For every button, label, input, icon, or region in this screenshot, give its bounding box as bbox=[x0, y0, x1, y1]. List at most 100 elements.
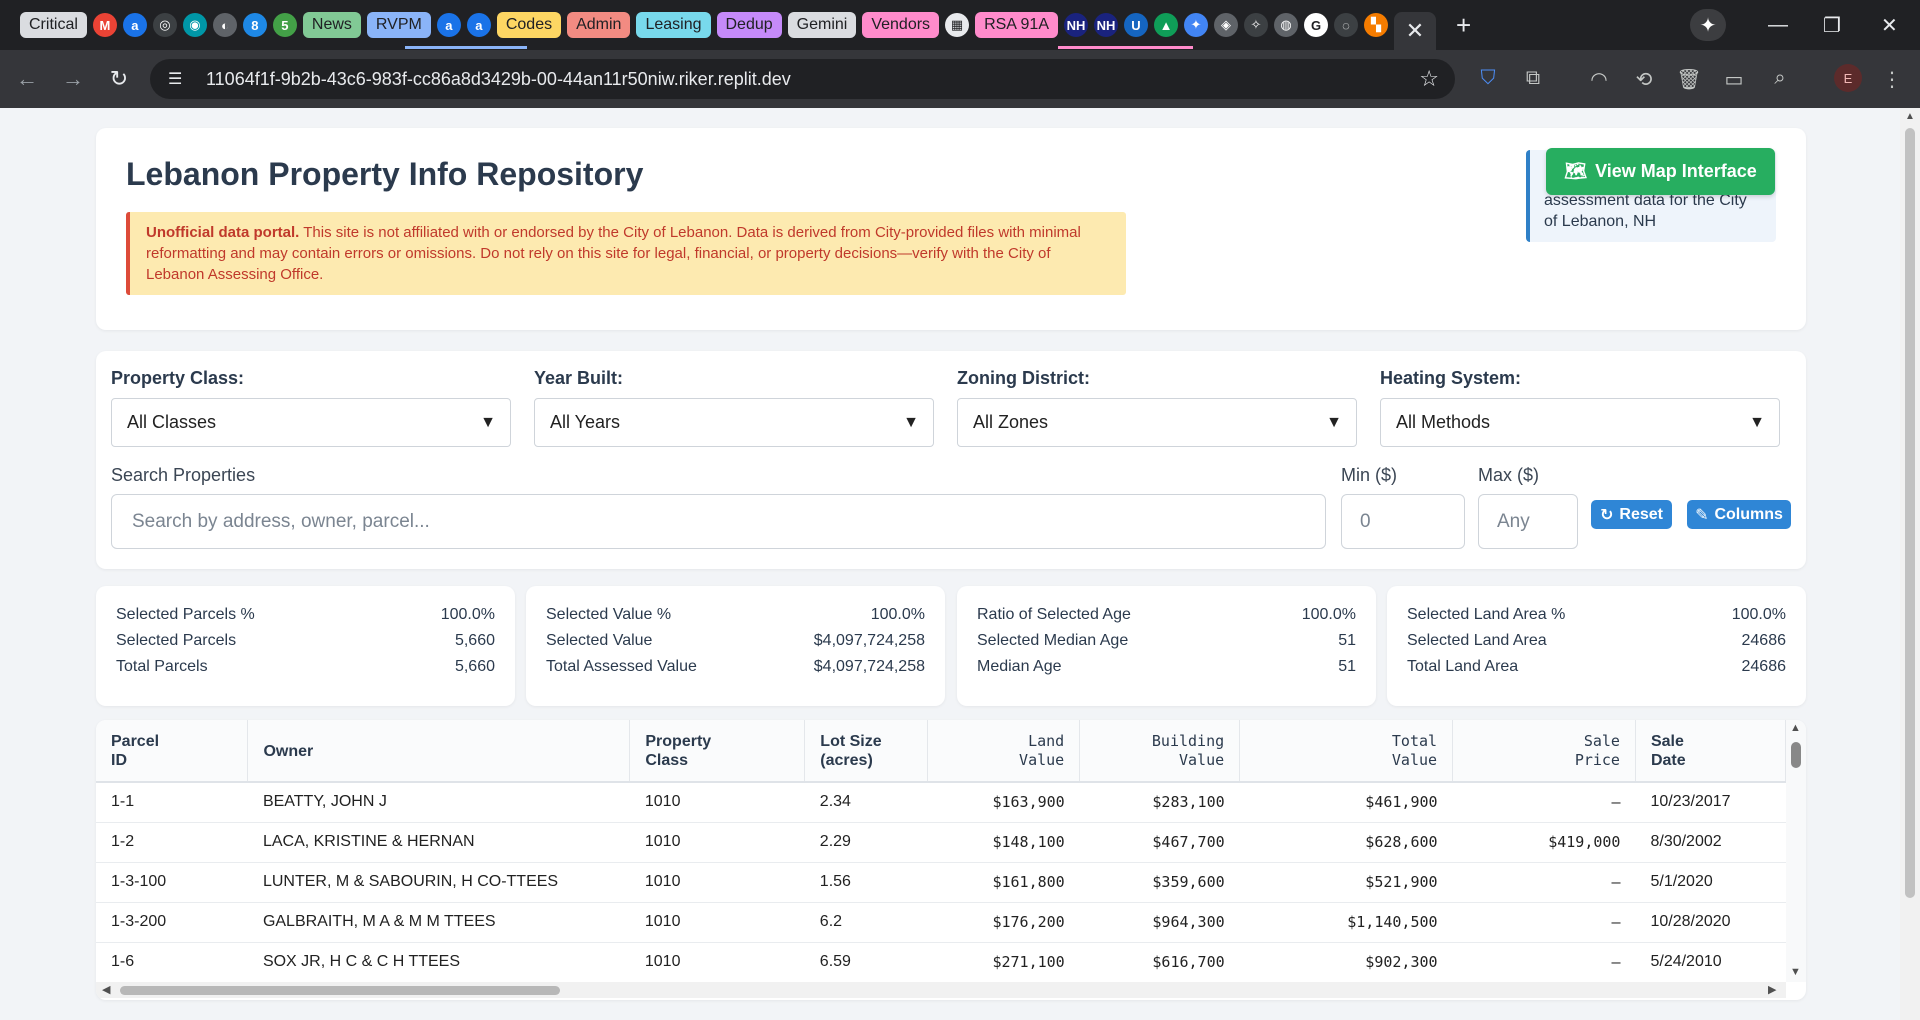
active-tab-close-icon[interactable]: ✕ bbox=[1394, 12, 1436, 50]
table-cell: 1010 bbox=[629, 942, 805, 983]
tab-group-dedup[interactable]: Dedup bbox=[716, 12, 782, 38]
table-vscroll-thumb[interactable] bbox=[1791, 742, 1801, 768]
columns-button[interactable]: ✎ Columns bbox=[1687, 500, 1791, 529]
tab-favicon-icon[interactable]: M bbox=[92, 13, 117, 37]
profile-avatar[interactable]: E bbox=[1834, 64, 1862, 92]
site-settings-icon[interactable]: ☰ bbox=[168, 69, 188, 89]
table-cell: LACA, KRISTINE & HERNAN bbox=[247, 822, 630, 863]
disclaimer-banner: Unofficial data portal. This site is not… bbox=[126, 212, 1126, 295]
tab-favicon-icon[interactable]: ◌ bbox=[1334, 13, 1358, 37]
forward-icon[interactable]: → bbox=[58, 66, 88, 92]
column-header[interactable]: Building Value bbox=[1079, 720, 1241, 783]
minimize-button[interactable]: — bbox=[1768, 0, 1788, 50]
table-cell: SOX JR, H C & C H TTEES bbox=[247, 942, 630, 983]
tab-favicon-icon[interactable]: ▦ bbox=[945, 13, 970, 37]
tab-favicon-icon[interactable]: 5 bbox=[272, 13, 297, 37]
table-hscroll-thumb[interactable] bbox=[120, 986, 560, 995]
stat-row: Selected Land Area 24686 bbox=[1407, 632, 1786, 650]
back-icon[interactable]: ← bbox=[12, 66, 42, 92]
extensions-icon[interactable]: ⧉ bbox=[1519, 67, 1547, 90]
column-header-line2: Date bbox=[1650, 752, 1686, 769]
delete-icon[interactable]: 🗑 bbox=[1675, 67, 1703, 92]
tab-favicon-icon[interactable]: NH bbox=[1094, 13, 1118, 37]
min-price-input[interactable]: 0 bbox=[1341, 494, 1465, 549]
tab-favicon-icon[interactable]: ◈ bbox=[1214, 13, 1238, 37]
view-map-button[interactable]: 🗺 View Map Interface bbox=[1546, 148, 1775, 195]
tab-group-admin[interactable]: Admin bbox=[567, 12, 631, 38]
tab-favicon-icon[interactable]: a bbox=[436, 13, 461, 37]
column-header[interactable]: Lot Size (acres) bbox=[804, 720, 929, 783]
incognito-icon[interactable]: ◠ bbox=[1585, 67, 1613, 92]
column-header[interactable]: Sale Price bbox=[1452, 720, 1636, 783]
tab-favicon-icon[interactable]: ✧ bbox=[1244, 13, 1268, 37]
maximize-button[interactable]: ❐ bbox=[1823, 0, 1841, 50]
tab-favicon-icon[interactable]: G bbox=[1304, 13, 1328, 37]
tab-search-icon[interactable]: ⌕ bbox=[1766, 67, 1794, 90]
tab-favicon-icon[interactable]: ▚ bbox=[1364, 13, 1388, 37]
tab-favicon-icon[interactable]: ✦ bbox=[1184, 13, 1208, 37]
page-vscroll-thumb[interactable] bbox=[1905, 128, 1915, 898]
tab-group-news[interactable]: News bbox=[302, 12, 361, 38]
table-row[interactable]: 1-2 LACA, KRISTINE & HERNAN 1010 2.29 $148,1… bbox=[96, 822, 1786, 863]
tab-favicon-icon[interactable]: ◉ bbox=[182, 13, 207, 37]
reload-icon[interactable]: ↻ bbox=[104, 66, 134, 92]
tab-group-codes[interactable]: Codes bbox=[496, 12, 562, 38]
column-header-line2: Value bbox=[1178, 751, 1225, 769]
page-vertical-scrollbar[interactable]: ▲ bbox=[1900, 108, 1920, 1020]
search-input[interactable]: Search by address, owner, parcel... bbox=[111, 494, 1326, 549]
history-icon[interactable]: ⟲ bbox=[1630, 67, 1658, 92]
scroll-right-icon[interactable]: ▶ bbox=[1768, 983, 1776, 996]
tab-favicon-icon[interactable]: NH bbox=[1064, 13, 1088, 37]
columns-label: Columns bbox=[1714, 505, 1783, 523]
bitwarden-icon[interactable]: ⛉ bbox=[1474, 67, 1502, 90]
column-header[interactable]: Property Class bbox=[629, 720, 806, 783]
tab-favicon-icon[interactable]: ◍ bbox=[1274, 13, 1298, 37]
header-card: Lebanon Property Info Repository Unoffic… bbox=[96, 128, 1806, 330]
table-vertical-scrollbar[interactable]: ▲ ▼ bbox=[1786, 720, 1806, 982]
tab-favicon-icon[interactable]: U bbox=[1124, 13, 1148, 37]
scroll-left-icon[interactable]: ◀ bbox=[102, 983, 110, 996]
year-built-value: All Years bbox=[550, 412, 621, 432]
address-bar[interactable]: ☰ 11064f1f-9b2b-43c6-983f-cc86a8d3429b-0… bbox=[150, 59, 1455, 99]
tab-favicon-icon[interactable]: a bbox=[466, 13, 491, 37]
tab-favicon-icon[interactable]: ▲ bbox=[1154, 13, 1178, 37]
tab-group-rsa-91a[interactable]: RSA 91A bbox=[975, 12, 1058, 38]
max-price-input[interactable]: Any bbox=[1478, 494, 1578, 549]
tab-group-vendors[interactable]: Vendors bbox=[862, 12, 940, 38]
stat-value: 51 bbox=[1338, 632, 1356, 649]
payment-icon[interactable]: ▭ bbox=[1720, 67, 1748, 92]
tab-group-gemini[interactable]: Gemini bbox=[787, 12, 857, 38]
scroll-down-icon[interactable]: ▼ bbox=[1790, 966, 1801, 978]
scroll-up-icon[interactable]: ▲ bbox=[1790, 722, 1801, 734]
column-header-line1: Parcel bbox=[111, 733, 160, 750]
tab-group-rvpm[interactable]: RVPM bbox=[366, 12, 431, 38]
tab-favicon-icon[interactable]: 8 bbox=[242, 13, 267, 37]
heating-select[interactable]: All Methods ▼ bbox=[1380, 398, 1780, 447]
table-row[interactable]: 1-3-100 LUNTER, M & SABOURIN, H CO-TTEES 1… bbox=[96, 862, 1786, 903]
tab-group-leasing[interactable]: Leasing bbox=[636, 12, 711, 38]
reset-button[interactable]: ↻ Reset bbox=[1591, 500, 1672, 529]
year-built-select[interactable]: All Years ▼ bbox=[534, 398, 934, 447]
column-header[interactable]: Parcel ID bbox=[96, 720, 249, 783]
column-header[interactable]: Land Value bbox=[927, 720, 1081, 783]
table-horizontal-scrollbar[interactable]: ◀ ▶ bbox=[96, 982, 1786, 998]
tab-group-critical[interactable]: Critical bbox=[20, 12, 87, 38]
table-row[interactable]: 1-6 SOX JR, H C & C H TTEES 1010 6.59 $271,1… bbox=[96, 942, 1786, 983]
table-row[interactable]: 1-3-200 GALBRAITH, M A & M M TTEES 1010 6.2… bbox=[96, 902, 1786, 943]
column-header[interactable]: Sale Date bbox=[1635, 720, 1787, 783]
stat-value: $4,097,724,258 bbox=[813, 632, 925, 649]
table-row[interactable]: 1-1 BEATTY, JOHN J 1010 2.34 $163,900 $283,10… bbox=[96, 782, 1786, 823]
tab-favicon-icon[interactable]: ◎ bbox=[152, 13, 177, 37]
bookmark-star-icon[interactable]: ☆ bbox=[1419, 66, 1439, 92]
gemini-button[interactable]: ✦ bbox=[1690, 9, 1726, 41]
page-scroll-up-icon[interactable]: ▲ bbox=[1905, 111, 1915, 122]
tab-favicon-icon[interactable]: ◐ bbox=[212, 13, 237, 37]
close-window-button[interactable]: ✕ bbox=[1881, 0, 1898, 50]
menu-icon[interactable]: ⋮ bbox=[1878, 67, 1906, 92]
new-tab-button[interactable]: + bbox=[1456, 10, 1471, 41]
property-class-select[interactable]: All Classes ▼ bbox=[111, 398, 511, 447]
column-header[interactable]: Total Value bbox=[1239, 720, 1454, 783]
tab-favicon-icon[interactable]: a bbox=[122, 13, 147, 37]
zoning-select[interactable]: All Zones ▼ bbox=[957, 398, 1357, 447]
column-header[interactable]: Owner bbox=[247, 720, 631, 783]
